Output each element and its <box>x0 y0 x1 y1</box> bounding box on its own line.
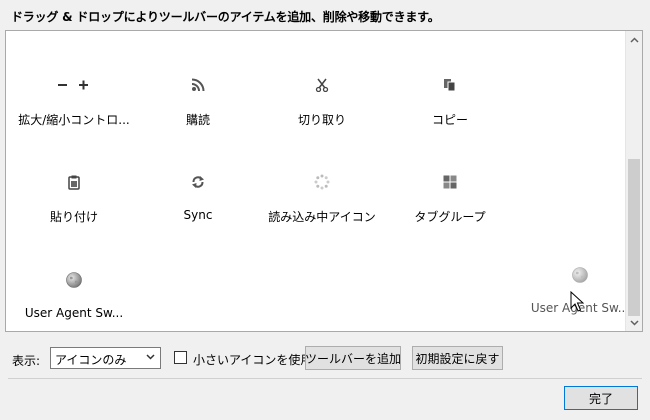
add-toolbar-button[interactable]: ツールバーを追加 <box>305 346 401 370</box>
palette-item-tab-groups[interactable]: タブグループ <box>386 164 514 246</box>
palette-item-zoom-controls[interactable]: 拡大/縮小コントロ... <box>10 67 138 149</box>
globe-icon <box>10 270 138 290</box>
palette-item-label: Sync <box>183 208 213 222</box>
palette-item-label: 購読 <box>185 113 210 127</box>
palette-item-subscribe[interactable]: 購読 <box>134 67 262 149</box>
chevron-down-icon <box>146 352 155 363</box>
vertical-scrollbar[interactable] <box>625 31 642 331</box>
palette-item-cut[interactable]: 切り取り <box>258 67 386 149</box>
instruction-text: ドラッグ & ドロップによりツールバーのアイテムを追加、削除や移動できます。 <box>11 10 440 24</box>
done-button[interactable]: 完了 <box>564 386 638 410</box>
scroll-up-icon[interactable] <box>626 31 642 48</box>
palette-item-label: 切り取り <box>297 113 346 127</box>
palette-item-copy[interactable]: コピー <box>386 67 514 149</box>
show-mode-select[interactable]: アイコンのみ <box>50 347 161 369</box>
sync-icon <box>134 172 262 192</box>
separator <box>8 378 642 379</box>
copy-icon <box>386 75 514 95</box>
palette-item-user-agent-switcher[interactable]: User Agent Sw... <box>10 262 138 331</box>
rss-icon <box>134 75 262 95</box>
palette-item-label: 拡大/縮小コントロ... <box>18 113 130 127</box>
palette-item-label: タブグループ <box>414 210 486 224</box>
scrollbar-thumb[interactable] <box>628 159 640 316</box>
scroll-down-icon[interactable] <box>626 314 642 331</box>
palette-item-label: コピー <box>431 113 468 127</box>
palette-item-label: 読み込み中アイコン <box>268 210 376 224</box>
small-icons-checkbox[interactable] <box>174 351 187 364</box>
zoom-controls-icon <box>10 75 138 95</box>
restore-default-button[interactable]: 初期設定に戻す <box>412 346 503 370</box>
palette-item-throbber[interactable]: 読み込み中アイコン <box>258 164 386 246</box>
show-mode-value: アイコンのみ <box>55 353 127 367</box>
mouse-cursor-icon <box>570 291 584 312</box>
show-label: 表示: <box>12 354 41 368</box>
toolbar-options-bar: 表示: アイコンのみ 小さいアイコンを使用 ツールバーを追加 初期設定に戻す <box>0 345 650 375</box>
clipboard-icon <box>10 172 138 192</box>
palette-item-paste[interactable]: 貼り付け <box>10 164 138 246</box>
tab-groups-icon <box>386 172 514 192</box>
toolbar-item-palette: 拡大/縮小コントロ... 購読 切り取り コピー 貼り付け Sync 読み込み中… <box>5 30 643 332</box>
palette-item-label: 貼り付け <box>49 210 98 224</box>
throbber-icon <box>258 172 386 192</box>
palette-item-sync[interactable]: Sync <box>134 164 262 246</box>
palette-item-label: User Agent Sw... <box>24 306 124 320</box>
small-icons-label: 小さいアイコンを使用 <box>193 353 313 367</box>
globe-icon <box>516 265 642 285</box>
scissors-icon <box>258 75 386 95</box>
